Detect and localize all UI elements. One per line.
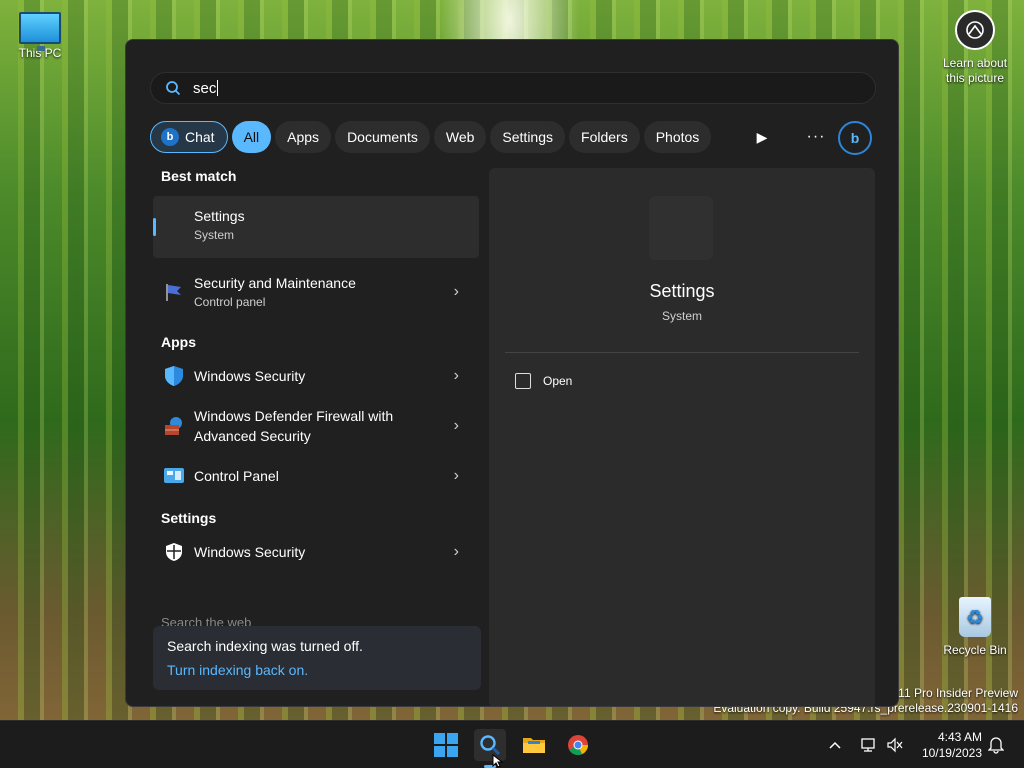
recycle-bin-desktop-icon[interactable]: ♻ Recycle Bin <box>935 597 1015 657</box>
filter-web[interactable]: Web <box>433 121 487 153</box>
apps-heading: Apps <box>161 334 196 350</box>
result-control-panel[interactable]: Control Panel › <box>153 456 479 496</box>
chrome-button[interactable] <box>562 729 594 761</box>
best-match-title: Settings <box>194 208 245 224</box>
result-security-maintenance[interactable]: Security and Maintenance Control panel › <box>153 262 479 322</box>
chrome-icon <box>568 735 589 756</box>
learn-about-picture-desktop-icon[interactable]: Learn about this picture <box>935 10 1015 86</box>
recycle-bin-icon: ♻ <box>959 597 991 637</box>
chevron-right-icon[interactable]: › <box>454 543 459 561</box>
secmaint-subtitle: Control panel <box>194 295 266 309</box>
preview-divider <box>505 352 859 353</box>
network-status-button[interactable] <box>860 721 878 768</box>
chevron-right-icon[interactable]: › <box>454 467 459 485</box>
setting-title-windows-security: Windows Security <box>194 544 306 560</box>
filter-bar: b Chat All Apps Documents Web Settings F… <box>150 121 712 153</box>
recycle-label: Recycle Bin <box>943 643 1007 657</box>
app-title-control-panel: Control Panel <box>194 468 279 484</box>
filter-chat-label: Chat <box>185 129 215 145</box>
clock-date: 10/19/2023 <box>921 746 982 760</box>
text-caret <box>217 80 219 96</box>
app-title-windows-security: Windows Security <box>194 368 306 384</box>
filter-documents[interactable]: Documents <box>335 121 430 153</box>
filter-folders[interactable]: Folders <box>569 121 640 153</box>
best-match-heading: Best match <box>161 168 237 184</box>
filter-settings[interactable]: Settings <box>490 121 566 153</box>
flag-icon <box>163 281 185 303</box>
bing-icon[interactable]: b <box>838 121 872 155</box>
search-icon <box>165 80 181 96</box>
result-defender-firewall[interactable]: Windows Defender Firewall with Advanced … <box>153 396 479 456</box>
start-button[interactable] <box>430 729 462 761</box>
preview-title: Settings <box>649 281 715 301</box>
volume-button[interactable] <box>886 721 904 768</box>
chevron-right-icon[interactable]: › <box>454 283 459 301</box>
search-input[interactable]: sec <box>150 72 876 104</box>
filter-apps[interactable]: Apps <box>275 121 332 153</box>
clock-time: 4:43 AM <box>937 730 982 744</box>
notifications-button[interactable] <box>988 721 1004 768</box>
search-flyout: sec b Chat All Apps Documents Web Settin… <box>125 39 899 707</box>
search-icon <box>480 735 501 756</box>
taskbar: 4:43 AM 10/19/2023 <box>0 720 1024 768</box>
search-query: sec <box>193 79 217 97</box>
preview-pane: Settings System Open <box>489 168 875 706</box>
settings-heading: Settings <box>161 510 217 526</box>
windows-logo-icon <box>434 733 458 757</box>
learn-label: Learn about this picture <box>942 56 1008 85</box>
chevron-right-icon[interactable]: › <box>454 367 459 385</box>
open-label: Open <box>543 374 573 388</box>
firewall-title-line2: Advanced Security <box>194 428 311 444</box>
mouse-cursor-icon <box>492 754 504 768</box>
monitor-icon <box>19 12 61 51</box>
indexing-notice: Search indexing was turned off. Turn ind… <box>153 626 481 690</box>
selection-indicator <box>153 218 156 236</box>
shield-outline-icon <box>163 541 185 563</box>
results-list: Best match Settings System Security and … <box>153 168 479 572</box>
this-pc-desktop-icon[interactable]: This PC <box>0 8 80 60</box>
preview-subtitle: System <box>661 309 702 323</box>
control-panel-icon <box>163 465 185 487</box>
play-filters-button[interactable]: ▶ <box>746 121 778 153</box>
turn-indexing-on-link[interactable]: Turn indexing back on. <box>167 662 467 678</box>
chevron-right-icon[interactable]: › <box>454 417 459 435</box>
folder-icon <box>523 738 545 753</box>
best-match-result[interactable]: Settings System <box>153 196 479 258</box>
chevron-up-icon <box>829 741 841 749</box>
filter-chat[interactable]: b Chat <box>150 121 228 153</box>
indexing-notice-text: Search indexing was turned off. <box>167 638 363 654</box>
best-match-subtitle: System <box>194 228 235 242</box>
bell-icon <box>988 737 1004 754</box>
network-icon <box>861 738 875 752</box>
volume-muted-icon <box>887 737 903 753</box>
bing-chat-icon: b <box>161 128 179 146</box>
filter-photos[interactable]: Photos <box>643 121 712 153</box>
secmaint-title: Security and Maintenance <box>194 275 356 291</box>
firewall-title-line1: Windows Defender Firewall with <box>194 408 394 424</box>
filter-all[interactable]: All <box>231 121 272 153</box>
show-hidden-icons-button[interactable] <box>828 721 842 768</box>
settings-app-icon <box>649 196 713 260</box>
result-windows-security-app[interactable]: Windows Security › <box>153 356 479 396</box>
camera-info-icon <box>955 10 995 50</box>
firewall-icon <box>163 415 185 437</box>
shield-icon <box>163 365 185 387</box>
clock[interactable]: 4:43 AM 10/19/2023 <box>908 729 982 761</box>
result-windows-security-setting[interactable]: Windows Security › <box>153 532 479 572</box>
open-action[interactable]: Open <box>515 373 572 389</box>
open-external-icon <box>515 373 531 389</box>
file-explorer-button[interactable] <box>518 729 550 761</box>
more-options-button[interactable]: ··· <box>800 121 832 153</box>
